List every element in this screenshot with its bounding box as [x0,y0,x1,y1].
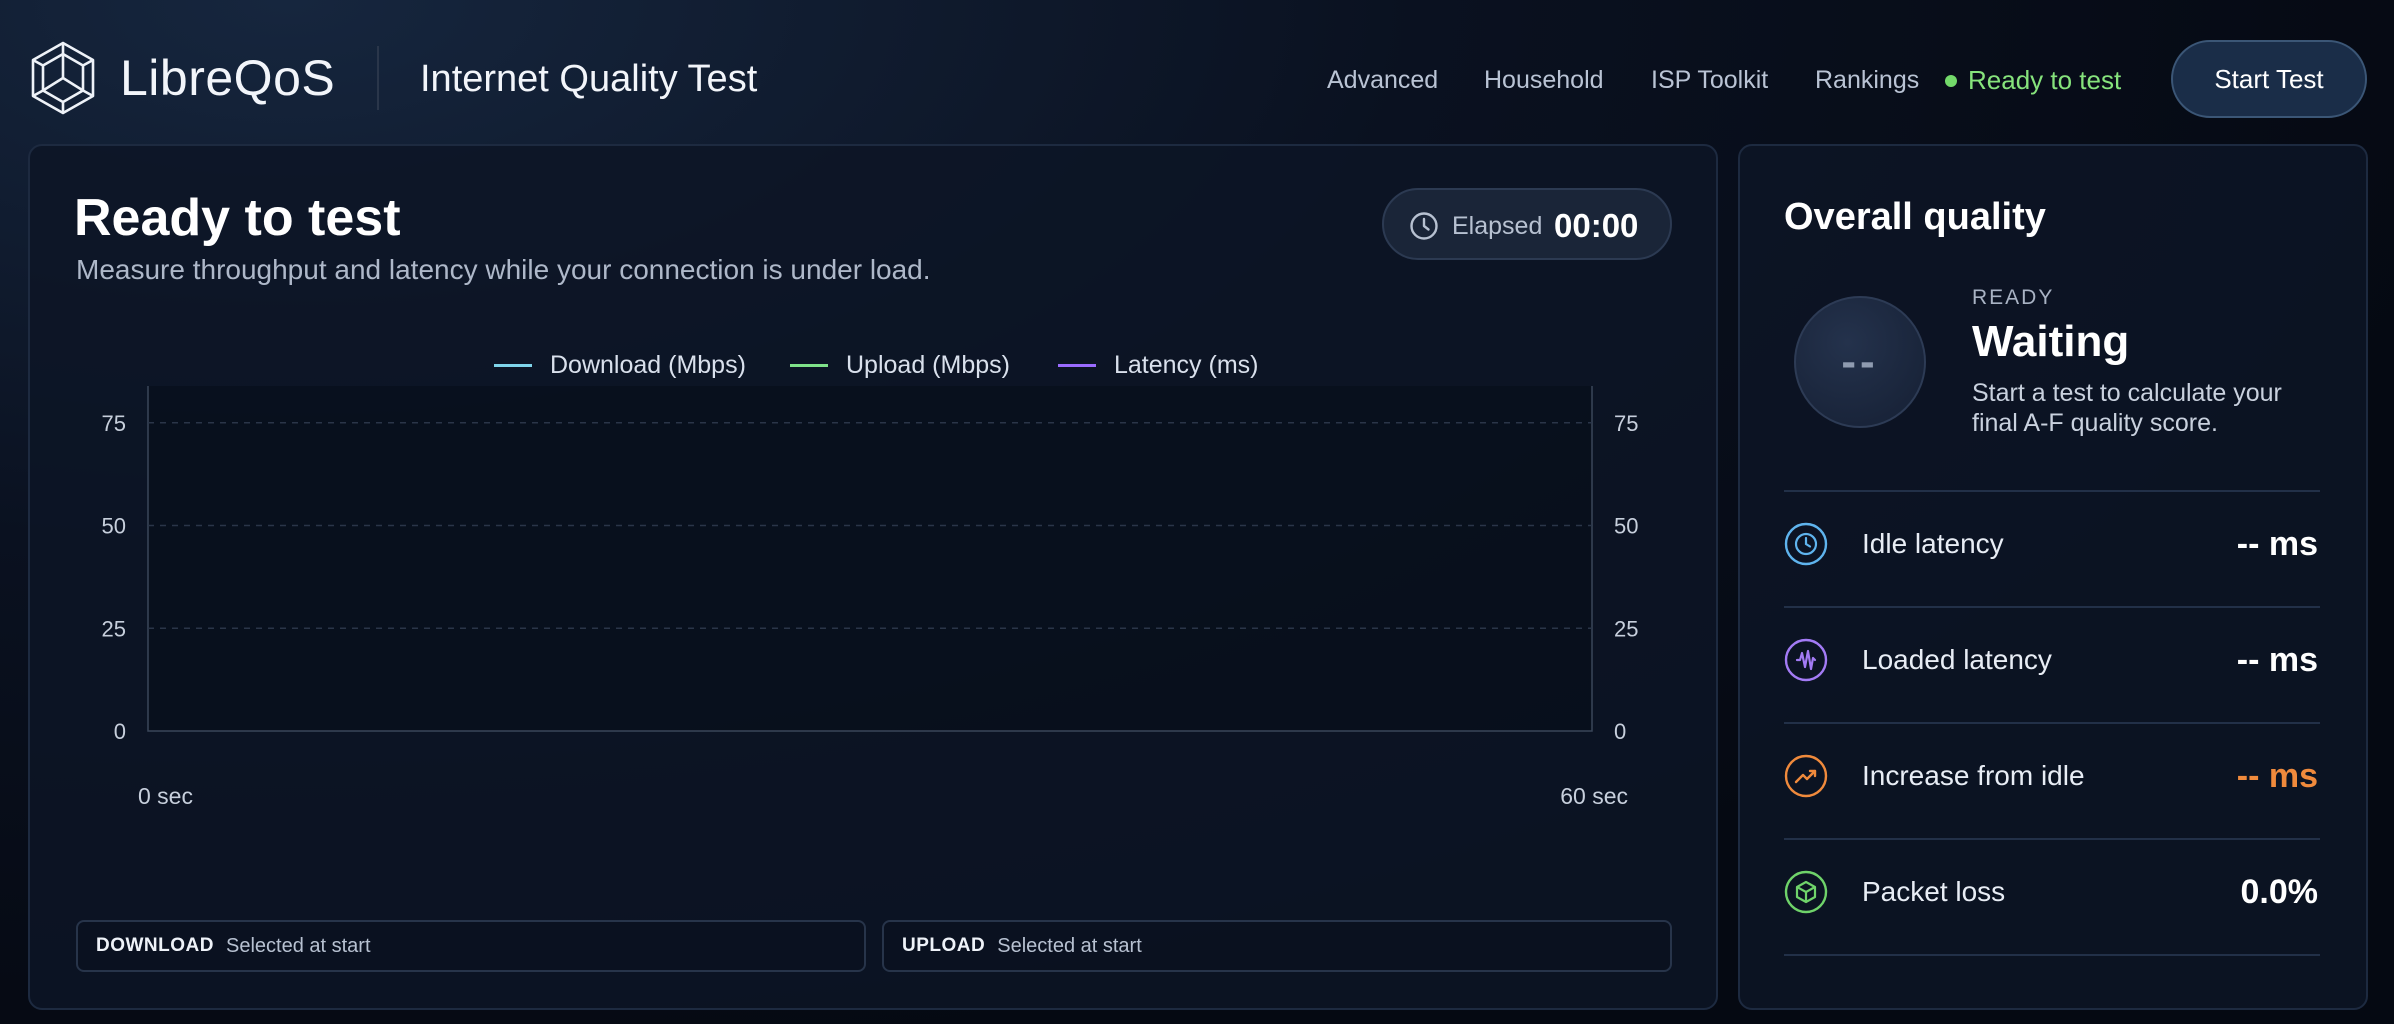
nav-isp-toolkit[interactable]: ISP Toolkit [1651,64,1768,96]
legend-label-download: Download (Mbps) [550,350,746,379]
metric-divider [1784,722,2320,724]
upload-mode-value: Selected at start [997,934,1142,957]
y2-tick-label: 0 [1614,719,1626,744]
y-tick-label: 75 [102,411,126,436]
y-tick-label: 25 [102,616,126,641]
nav-rankings[interactable]: Rankings [1815,64,1919,96]
legend-item-download[interactable]: Download (Mbps) [494,348,746,382]
metric-value-idle-latency: -- ms [2236,525,2318,563]
trend-up-icon [1784,754,1828,798]
waveform-icon [1784,638,1828,682]
test-panel: Ready to test Measure throughput and lat… [28,144,1718,1010]
package-icon [1784,870,1828,914]
metric-value-loaded-latency: -- ms [2236,641,2318,679]
clock-icon [1410,212,1438,240]
libreqos-logo-icon[interactable] [30,40,96,116]
metric-label-increase-from-idle: Increase from idle [1862,760,2085,791]
x-tick-label: 0 sec [138,783,193,809]
legend-swatch-latency [1058,363,1096,367]
legend-label-latency: Latency (ms) [1114,350,1259,379]
metric-divider [1784,838,2320,840]
grade-description: Start a test to calculate your final A-F… [1972,379,2282,437]
status-text: Ready to test [1968,65,2122,95]
legend-swatch-upload [790,363,828,367]
download-mode-box[interactable]: DOWNLOAD Selected at start [76,920,866,972]
y-tick-label: 50 [102,514,126,539]
legend-item-upload[interactable]: Upload (Mbps) [790,348,1010,382]
header-divider [377,46,379,110]
quality-panel: Overall quality -- READY Waiting Start a… [1738,144,2368,1010]
metric-divider [1784,490,2320,492]
metric-label-idle-latency: Idle latency [1862,528,2004,559]
elapsed-label: Elapsed [1452,212,1543,240]
nav-household[interactable]: Household [1484,64,1604,96]
legend-swatch-download [494,363,532,367]
test-state-subtitle: Measure throughput and latency while you… [76,254,931,285]
y2-tick-label: 75 [1614,411,1638,436]
y-tick-label: 0 [114,719,126,744]
quality-title: Overall quality [1784,196,2046,238]
nav-advanced[interactable]: Advanced [1327,64,1438,96]
metric-divider [1784,954,2320,956]
grade-circle: -- [1794,296,1926,428]
legend-item-latency[interactable]: Latency (ms) [1058,348,1258,382]
metric-label-loaded-latency: Loaded latency [1862,644,2052,675]
app-title: Internet Quality Test [420,58,758,100]
metric-value-increase-from-idle: -- ms [2236,757,2318,795]
download-mode-value: Selected at start [225,934,371,957]
upload-mode-label: UPLOAD [902,935,986,956]
download-mode-label: DOWNLOAD [96,935,214,956]
test-state-title: Ready to test [74,189,401,247]
upload-mode-box[interactable]: UPLOAD Selected at start [882,920,1672,972]
grade-title: Waiting [1972,317,2130,366]
connection-status: Ready to test [1945,64,2122,96]
y2-tick-label: 25 [1614,616,1638,641]
metric-divider [1784,606,2320,608]
top-header: LibreQoS Internet Quality Test Advanced … [0,0,2394,140]
elapsed-value: 00:00 [1554,207,1639,244]
metric-value-packet-loss: 0.0% [2240,873,2319,911]
clock-icon [1784,522,1828,566]
x-tick-label: 60 sec [1560,783,1628,809]
plot-area [147,386,1593,732]
status-dot-icon [1945,75,1957,87]
y2-tick-label: 50 [1614,514,1638,539]
elapsed-timer: Elapsed 00:00 [1382,188,1672,260]
metric-label-packet-loss: Packet loss [1862,876,2006,907]
grade-kicker: READY [1972,286,2055,309]
legend-label-upload: Upload (Mbps) [846,350,1010,379]
throughput-latency-chart: 002525505075751001000 sec60 sec [102,386,1638,809]
start-test-button[interactable]: Start Test [2171,40,2367,118]
brand-name[interactable]: LibreQoS [120,46,335,110]
